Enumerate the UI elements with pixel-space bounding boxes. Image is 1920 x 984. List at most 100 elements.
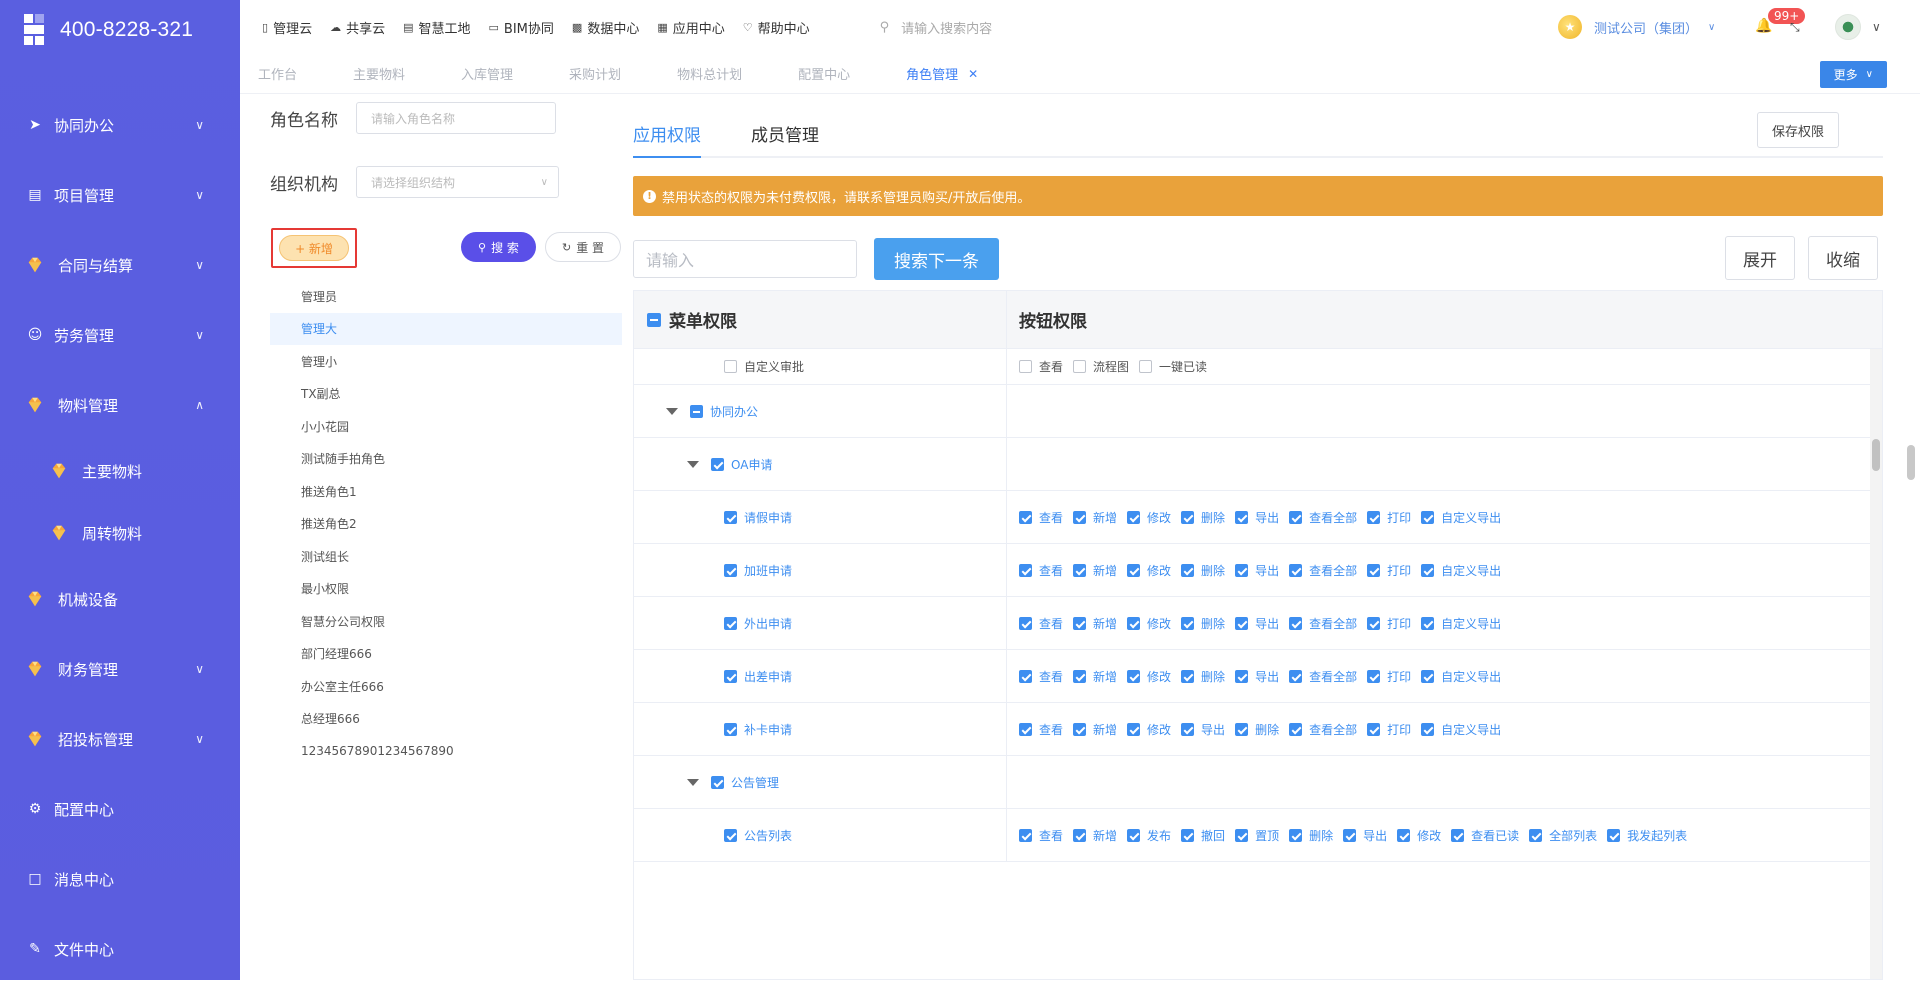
page-tab[interactable]: 物料总计划	[677, 64, 742, 83]
permission-checkbox[interactable]	[1139, 360, 1153, 373]
button-permission[interactable]: 自定义导出	[1421, 721, 1501, 738]
permission-checkbox[interactable]	[1073, 510, 1087, 524]
button-permission[interactable]: 导出	[1181, 721, 1225, 738]
permission-checkbox[interactable]	[1397, 828, 1411, 842]
button-permission[interactable]: 自定义导出	[1421, 509, 1501, 526]
role-list-item[interactable]: 最小权限	[270, 573, 622, 606]
button-permission[interactable]: 修改	[1127, 668, 1171, 685]
button-permission[interactable]: 打印	[1367, 509, 1411, 526]
top-link[interactable]: ▯ 管理云	[262, 18, 312, 37]
button-permission[interactable]: 我发起列表	[1607, 827, 1687, 844]
permission-checkbox[interactable]	[1181, 616, 1195, 630]
role-list-item[interactable]: TX副总	[270, 378, 622, 411]
button-permission[interactable]: 修改	[1127, 562, 1171, 579]
permission-checkbox[interactable]	[1367, 669, 1381, 683]
role-list-item[interactable]: 推送角色2	[270, 508, 622, 541]
permission-checkbox[interactable]	[1289, 510, 1303, 524]
sidebar-item[interactable]: ▤ 项目管理 ∨	[0, 160, 240, 230]
role-list-item[interactable]: 管理大	[270, 312, 622, 345]
permission-checkbox[interactable]	[1289, 669, 1303, 683]
permission-checkbox[interactable]	[1181, 563, 1195, 577]
button-permission[interactable]: 查看	[1019, 668, 1063, 685]
button-permission[interactable]: 自定义导出	[1421, 615, 1501, 632]
permission-checkbox[interactable]	[1421, 722, 1435, 736]
button-permission[interactable]: 新增	[1073, 721, 1117, 738]
button-permission[interactable]: 置顶	[1235, 827, 1279, 844]
button-permission[interactable]: 修改	[1127, 721, 1171, 738]
button-permission[interactable]: 查看全部	[1289, 615, 1357, 632]
sidebar-item[interactable]: 机械设备	[0, 564, 240, 634]
search-next-button[interactable]: 搜索下一条	[874, 238, 999, 280]
permission-checkbox[interactable]	[1127, 616, 1141, 630]
permission-checkbox[interactable]	[1073, 828, 1087, 842]
save-permission-button[interactable]: 保存权限	[1756, 112, 1839, 148]
top-link[interactable]: ▩ 数据中心	[572, 18, 639, 37]
button-permission[interactable]: 修改	[1127, 615, 1171, 632]
page-tab[interactable]: 主要物料	[353, 64, 405, 83]
caret-down-icon[interactable]	[666, 407, 678, 415]
page-scrollbar-thumb[interactable]	[1907, 445, 1915, 480]
button-permission[interactable]: 查看全部	[1289, 509, 1357, 526]
page-tab[interactable]: 配置中心	[798, 64, 850, 83]
permission-checkbox[interactable]	[1421, 563, 1435, 577]
sidebar-item[interactable]: 招投标管理 ∨	[0, 704, 240, 774]
permission-checkbox[interactable]	[1367, 722, 1381, 736]
permission-checkbox[interactable]	[1289, 828, 1303, 842]
sidebar-item[interactable]: ➤ 协同办公 ∨	[0, 90, 240, 160]
button-permission[interactable]: 查看	[1019, 827, 1063, 844]
permission-checkbox[interactable]	[1289, 563, 1303, 577]
button-permission[interactable]: 查看	[1019, 562, 1063, 579]
role-list-item[interactable]: 部门经理666	[270, 638, 622, 671]
permission-checkbox[interactable]	[1367, 616, 1381, 630]
permission-checkbox[interactable]	[1073, 722, 1087, 736]
button-permission[interactable]: 删除	[1181, 562, 1225, 579]
permission-checkbox[interactable]	[1181, 722, 1195, 736]
role-name-input[interactable]: 请输入角色名称	[356, 102, 556, 134]
button-permission[interactable]: 查看全部	[1289, 668, 1357, 685]
button-permission[interactable]: 查看全部	[1289, 721, 1357, 738]
tab-app-permission[interactable]: 应用权限	[633, 121, 701, 158]
menu-checkbox[interactable]	[724, 722, 737, 736]
permission-checkbox[interactable]	[1235, 722, 1249, 736]
search-button[interactable]: ⚲ 搜 索	[461, 232, 536, 262]
button-permission[interactable]: 查看	[1019, 509, 1063, 526]
role-list-item[interactable]: 智慧分公司权限	[270, 605, 622, 638]
button-permission[interactable]: 修改	[1127, 509, 1171, 526]
button-permission[interactable]: 打印	[1367, 615, 1411, 632]
sidebar-item[interactable]: 主要物料	[0, 440, 240, 502]
menu-checkbox[interactable]	[724, 616, 737, 630]
permission-checkbox[interactable]	[1607, 828, 1621, 842]
button-permission[interactable]: 新增	[1073, 615, 1117, 632]
permission-checkbox[interactable]	[1235, 828, 1249, 842]
permission-checkbox[interactable]	[1073, 669, 1087, 683]
button-permission[interactable]: 导出	[1343, 827, 1387, 844]
more-button[interactable]: 更多 ∨	[1819, 61, 1887, 88]
expand-all-button[interactable]: 展开	[1725, 236, 1795, 280]
permission-checkbox[interactable]	[1019, 360, 1032, 373]
permission-checkbox[interactable]	[1421, 669, 1435, 683]
role-list-item[interactable]: 12345678901234567890	[270, 735, 622, 768]
permission-checkbox[interactable]	[1127, 510, 1141, 524]
reset-button[interactable]: ↻ 重 置	[545, 232, 621, 262]
button-permission[interactable]: 删除	[1235, 721, 1279, 738]
menu-checkbox[interactable]	[724, 563, 737, 577]
sidebar-item[interactable]: ⚙ 配置中心	[0, 774, 240, 844]
permission-checkbox[interactable]	[1235, 616, 1249, 630]
permission-checkbox[interactable]	[1367, 510, 1381, 524]
permission-checkbox[interactable]	[1235, 510, 1249, 524]
permission-checkbox[interactable]	[1127, 669, 1141, 683]
button-permission[interactable]: 新增	[1073, 668, 1117, 685]
collapse-all-button[interactable]: 收缩	[1808, 236, 1878, 280]
permission-checkbox[interactable]	[1127, 828, 1141, 842]
role-list-item[interactable]: 办公室主任666	[270, 670, 622, 703]
fullscreen-icon[interactable]: ⤡	[1790, 20, 1800, 35]
add-role-button[interactable]: + 新增	[279, 235, 349, 261]
button-permission[interactable]: 流程图	[1073, 358, 1129, 375]
button-permission[interactable]: 打印	[1367, 668, 1411, 685]
chevron-down-icon[interactable]: ∨	[1872, 20, 1881, 34]
button-permission[interactable]: 查看	[1019, 721, 1063, 738]
permission-checkbox[interactable]	[1073, 616, 1087, 630]
permission-checkbox[interactable]	[1289, 722, 1303, 736]
button-permission[interactable]: 删除	[1289, 827, 1333, 844]
button-permission[interactable]: 查看全部	[1289, 562, 1357, 579]
